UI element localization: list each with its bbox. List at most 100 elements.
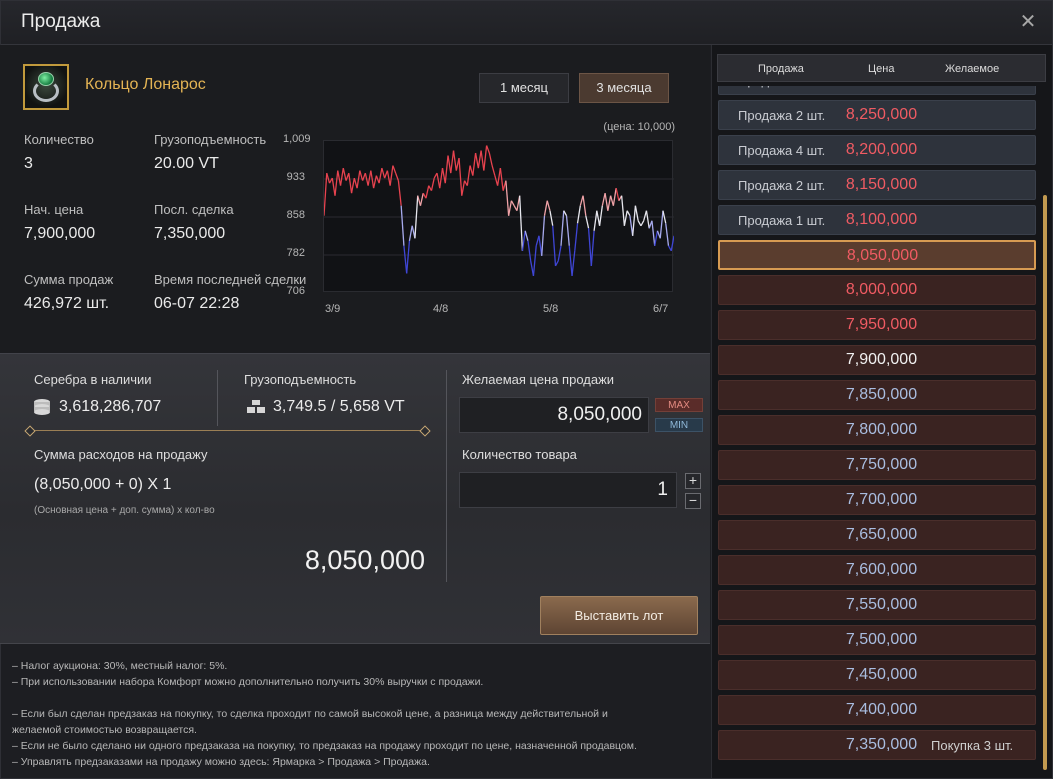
price-line-segment	[386, 170, 391, 186]
order-row[interactable]: 7,750,000	[718, 450, 1036, 480]
order-price: 7,350,000	[845, 736, 918, 753]
price-line-segment	[590, 230, 595, 266]
cost-label: Сумма расходов на продажу	[34, 447, 208, 462]
order-price: 8,100,000	[845, 211, 918, 228]
order-list: Продажа 1 шт.8,300,000 Продажа 2 шт.8,250…	[717, 86, 1037, 774]
order-row[interactable]: 7,850,000	[718, 380, 1036, 410]
x-tick-label: 5/8	[543, 303, 559, 315]
order-row[interactable]: Продажа 1 шт.8,300,000	[718, 86, 1036, 95]
price-line-segment	[483, 145, 488, 171]
period-3-months-button[interactable]: 3 месяца	[579, 73, 669, 103]
order-list-scrollbar[interactable]	[1043, 195, 1047, 770]
order-price: 7,700,000	[845, 491, 918, 508]
order-row[interactable]: 7,550,000	[718, 590, 1036, 620]
price-line-segment	[582, 195, 587, 216]
price-line-segment	[452, 150, 457, 171]
chart-price-note: (цена: 10,000)	[603, 121, 675, 133]
price-line-segment	[334, 170, 339, 196]
max-price-button[interactable]: MAX	[655, 398, 703, 412]
order-row[interactable]: 7,800,000	[718, 415, 1036, 445]
price-line-segment	[339, 167, 344, 186]
price-line-segment	[510, 200, 515, 207]
price-line-segment	[458, 158, 463, 196]
price-line-segment	[637, 220, 642, 227]
price-line-segment	[491, 165, 496, 176]
price-line-segment	[439, 168, 444, 189]
ring-item-icon	[23, 64, 69, 110]
price-line-segment	[519, 195, 524, 251]
price-line-segment	[543, 200, 548, 216]
note-line: желаемой стоимостью возвращается.	[12, 724, 197, 736]
order-row[interactable]: 7,500,000	[718, 625, 1036, 655]
order-row[interactable]: Продажа 1 шт. 8,100,000	[718, 205, 1036, 235]
order-price: 8,150,000	[845, 176, 918, 193]
price-line-segment	[645, 210, 650, 229]
order-row[interactable]: Продажа 2 шт. 8,150,000	[718, 170, 1036, 200]
silver-value: 3,618,286,707	[59, 398, 162, 415]
price-line-segment	[601, 193, 606, 206]
note-line: – Если не было сделано ни одного предзак…	[12, 740, 637, 752]
weight-value: 3,749.5 / 5,658 VT	[273, 398, 405, 415]
order-row[interactable]: 8,000,000	[718, 275, 1036, 305]
price-line-segment	[496, 167, 502, 186]
header-want: Желаемое	[945, 63, 1000, 75]
close-icon[interactable]: ✕	[1016, 10, 1040, 34]
silver-coins-icon	[34, 399, 50, 415]
price-line-segment	[480, 150, 485, 171]
order-row[interactable]: 7,900,000	[718, 345, 1036, 375]
price-line-segment	[623, 210, 628, 226]
quantity-plus-button[interactable]: +	[685, 473, 701, 489]
note-line	[12, 690, 702, 706]
price-line-segment	[348, 173, 353, 194]
order-row[interactable]: 7,400,000	[718, 695, 1036, 725]
header-price: Цена	[868, 63, 895, 75]
order-row[interactable]: 7,450,000	[718, 660, 1036, 690]
note-line: – При использовании набора Комфорт можно…	[12, 676, 484, 688]
price-line-segment	[521, 230, 526, 251]
desired-price-input[interactable]: 8,050,000	[459, 397, 649, 433]
price-line-segment	[604, 193, 609, 211]
y-tick-label: 858	[286, 209, 305, 221]
order-row[interactable]: 7,700,000	[718, 485, 1036, 515]
price-line-segment	[620, 195, 626, 226]
order-row[interactable]: 8,050,000	[718, 240, 1036, 270]
price-line-segment	[367, 170, 372, 186]
price-line-segment	[392, 165, 397, 174]
item-name: Кольцо Лонарос	[85, 76, 206, 93]
quantity-minus-button[interactable]: −	[685, 493, 701, 509]
price-line-segment	[408, 225, 413, 241]
quantity-input[interactable]: 1	[459, 472, 677, 508]
base-price-value: 7,900,000	[24, 225, 96, 242]
price-line-segment	[574, 223, 579, 251]
notes-section: – Налог аукциона: 30%, местный налог: 5%…	[12, 658, 702, 770]
cost-formula-hint: (Основная цена + доп. сумма) x кол-во	[34, 505, 215, 516]
silver-label: Серебра в наличии	[34, 372, 152, 387]
price-line-segment	[400, 205, 405, 246]
price-line-segment	[640, 220, 645, 227]
order-price: 7,750,000	[845, 456, 918, 473]
place-lot-button[interactable]: Выставить лот	[540, 596, 698, 635]
order-row[interactable]: Продажа 2 шт. 8,250,000	[718, 100, 1036, 130]
price-line-segment	[403, 245, 408, 274]
price-line-segment	[541, 215, 546, 256]
weight-label: Грузоподъемность	[244, 372, 357, 387]
price-line-segment	[425, 185, 430, 199]
price-line-segment	[461, 180, 466, 196]
order-row[interactable]: 7,650,000	[718, 520, 1036, 550]
order-price: 7,450,000	[845, 666, 918, 683]
order-price: 8,300,000	[819, 86, 944, 89]
order-price: 7,500,000	[845, 631, 918, 648]
x-tick-label: 6/7	[653, 303, 669, 315]
price-line-segment	[350, 178, 355, 194]
price-line-segment	[485, 145, 490, 154]
order-row[interactable]: 7,950,000	[718, 310, 1036, 340]
period-1-month-button[interactable]: 1 месяц	[479, 73, 569, 103]
order-row[interactable]: 7,350,000 Покупка 3 шт.	[718, 730, 1036, 760]
order-row[interactable]: Продажа 4 шт. 8,200,000	[718, 135, 1036, 165]
y-tick-label: 1,009	[283, 133, 311, 145]
quantity-label: Количество	[24, 132, 94, 147]
order-row[interactable]: 7,600,000	[718, 555, 1036, 585]
order-price: 7,800,000	[845, 421, 918, 438]
price-line-segment	[477, 150, 482, 169]
min-price-button[interactable]: MIN	[655, 418, 703, 432]
